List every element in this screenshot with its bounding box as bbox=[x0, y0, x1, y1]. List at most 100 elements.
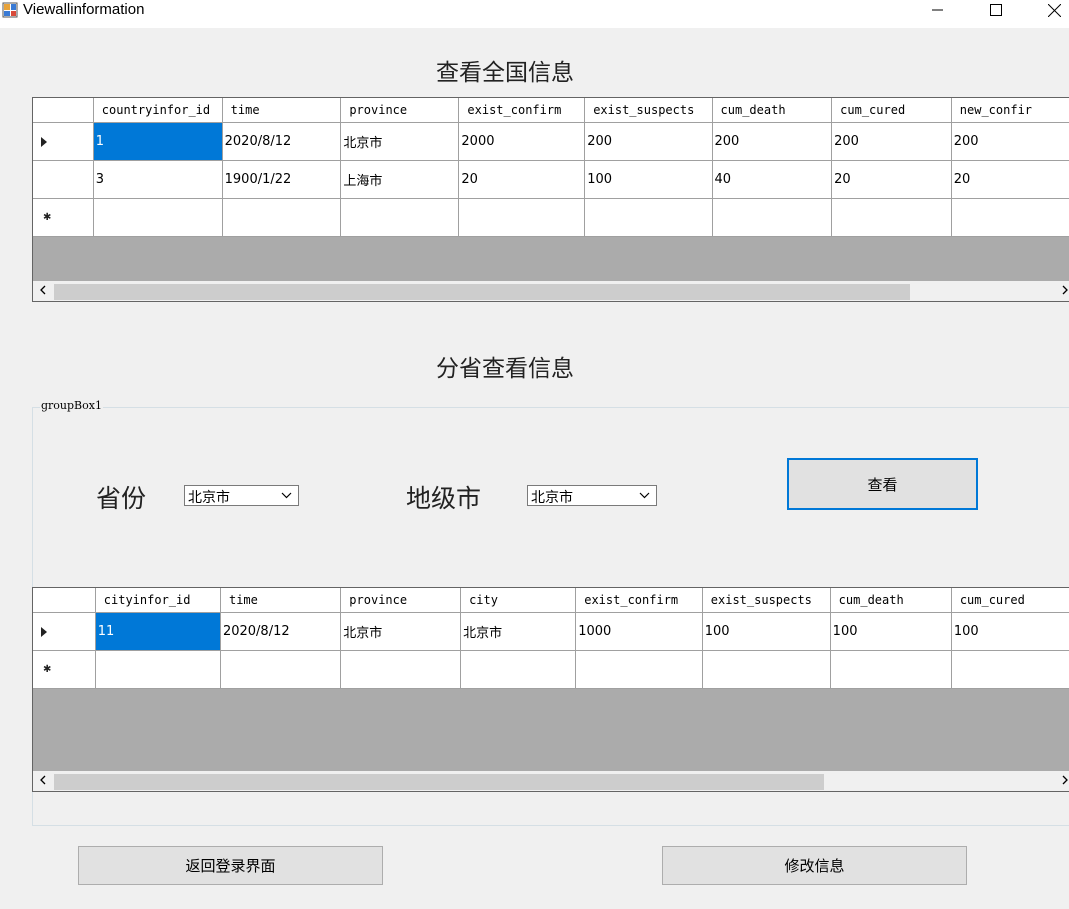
table-cell[interactable] bbox=[831, 198, 952, 237]
table-cell[interactable]: 200 bbox=[712, 122, 833, 161]
table-cell[interactable]: 1900/1/22 bbox=[222, 160, 342, 199]
close-icon bbox=[1048, 4, 1061, 17]
column-header[interactable]: province bbox=[340, 588, 462, 613]
table-cell[interactable] bbox=[951, 650, 1069, 689]
group-box-label: groupBox1 bbox=[40, 399, 103, 412]
column-header[interactable]: province bbox=[340, 98, 460, 123]
scroll-right-icon[interactable] bbox=[1061, 775, 1069, 785]
column-header[interactable]: cum_cured bbox=[831, 98, 952, 123]
scrollbar-thumb[interactable] bbox=[54, 774, 824, 790]
table-cell[interactable]: 100 bbox=[830, 612, 952, 651]
table-cell[interactable] bbox=[340, 198, 460, 237]
table-cell[interactable] bbox=[460, 650, 577, 689]
national-heading: 查看全国信息 bbox=[436, 60, 574, 86]
table-cell[interactable]: 200 bbox=[584, 122, 713, 161]
table-cell[interactable]: 1 bbox=[93, 122, 223, 161]
column-header[interactable]: exist_confirm bbox=[575, 588, 703, 613]
column-header[interactable]: cum_cured bbox=[951, 588, 1069, 613]
table-cell[interactable] bbox=[951, 198, 1069, 237]
province-combobox-value: 北京市 bbox=[188, 490, 230, 506]
table-cell[interactable]: 2020/8/12 bbox=[222, 122, 342, 161]
table-cell[interactable]: 北京市 bbox=[340, 612, 462, 651]
edit-info-button[interactable]: 修改信息 bbox=[662, 846, 967, 885]
scroll-left-icon[interactable] bbox=[39, 775, 47, 785]
table-cell[interactable]: 100 bbox=[951, 612, 1069, 651]
table-cell[interactable] bbox=[95, 650, 221, 689]
scroll-right-icon[interactable] bbox=[1061, 285, 1069, 295]
scrollbar-thumb[interactable] bbox=[54, 284, 910, 300]
table-cell[interactable]: 11 bbox=[95, 612, 221, 651]
row-header[interactable] bbox=[33, 160, 94, 199]
column-header[interactable]: exist_suspects bbox=[702, 588, 831, 613]
minimize-icon bbox=[932, 9, 943, 11]
maximize-button[interactable] bbox=[974, 0, 1020, 22]
window-title: Viewallinformation bbox=[23, 1, 145, 18]
view-button[interactable]: 查看 bbox=[787, 458, 978, 510]
row-header-corner bbox=[33, 98, 94, 123]
row-header[interactable]: ✱ bbox=[33, 198, 94, 237]
row-header[interactable] bbox=[33, 612, 96, 651]
row-header[interactable]: ✱ bbox=[33, 650, 96, 689]
column-header[interactable]: city bbox=[460, 588, 577, 613]
table-row[interactable]: 3 1900/1/22 上海市 20 100 40 20 20 bbox=[33, 160, 1069, 199]
table-cell[interactable]: 2020/8/12 bbox=[220, 612, 342, 651]
scroll-left-icon[interactable] bbox=[39, 285, 47, 295]
national-header-row: countryinfor_id time province exist_conf… bbox=[33, 98, 1069, 123]
city-combobox-value: 北京市 bbox=[531, 490, 573, 506]
row-header-corner bbox=[33, 588, 96, 613]
table-cell[interactable]: 3 bbox=[93, 160, 223, 199]
table-cell[interactable] bbox=[340, 650, 462, 689]
province-label: 省份 bbox=[96, 484, 147, 513]
table-row[interactable]: 1 2020/8/12 北京市 2000 200 200 200 200 bbox=[33, 122, 1069, 161]
table-cell[interactable] bbox=[584, 198, 713, 237]
table-cell[interactable] bbox=[93, 198, 223, 237]
new-row[interactable]: ✱ bbox=[33, 650, 1069, 689]
city-data-grid[interactable]: cityinfor_id time province city exist_co… bbox=[32, 587, 1069, 792]
current-row-arrow-icon bbox=[41, 627, 47, 637]
horizontal-scrollbar[interactable] bbox=[33, 281, 1069, 301]
column-header[interactable]: countryinfor_id bbox=[93, 98, 223, 123]
column-header[interactable]: cum_death bbox=[830, 588, 952, 613]
column-header[interactable]: time bbox=[222, 98, 342, 123]
table-cell[interactable]: 100 bbox=[584, 160, 713, 199]
column-header[interactable]: exist_suspects bbox=[584, 98, 713, 123]
table-cell[interactable] bbox=[222, 198, 342, 237]
form-icon bbox=[2, 2, 18, 18]
column-header[interactable]: cityinfor_id bbox=[95, 588, 221, 613]
column-header[interactable]: new_confir bbox=[951, 98, 1069, 123]
table-cell[interactable]: 20 bbox=[831, 160, 952, 199]
table-row[interactable]: 11 2020/8/12 北京市 北京市 1000 100 100 100 bbox=[33, 612, 1069, 651]
table-cell[interactable]: 上海市 bbox=[340, 160, 460, 199]
table-cell[interactable] bbox=[712, 198, 833, 237]
column-header[interactable]: time bbox=[220, 588, 342, 613]
city-combobox[interactable]: 北京市 bbox=[527, 485, 657, 506]
national-data-grid[interactable]: countryinfor_id time province exist_conf… bbox=[32, 97, 1069, 302]
table-cell[interactable] bbox=[220, 650, 342, 689]
column-header[interactable]: exist_confirm bbox=[458, 98, 586, 123]
table-cell[interactable]: 200 bbox=[951, 122, 1069, 161]
table-cell[interactable]: 北京市 bbox=[340, 122, 460, 161]
table-cell[interactable]: 200 bbox=[831, 122, 952, 161]
close-button[interactable] bbox=[1032, 0, 1069, 22]
table-cell[interactable] bbox=[575, 650, 703, 689]
table-cell[interactable]: 40 bbox=[712, 160, 833, 199]
back-to-login-button[interactable]: 返回登录界面 bbox=[78, 846, 383, 885]
city-header-row: cityinfor_id time province city exist_co… bbox=[33, 588, 1069, 613]
row-header[interactable] bbox=[33, 122, 94, 161]
table-cell[interactable] bbox=[458, 198, 586, 237]
table-cell[interactable]: 1000 bbox=[575, 612, 703, 651]
table-cell[interactable]: 20 bbox=[458, 160, 586, 199]
minimize-button[interactable] bbox=[916, 0, 962, 22]
column-header[interactable]: cum_death bbox=[712, 98, 833, 123]
maximize-icon bbox=[990, 4, 1002, 16]
table-cell[interactable]: 2000 bbox=[458, 122, 586, 161]
province-combobox[interactable]: 北京市 bbox=[184, 485, 299, 506]
new-row[interactable]: ✱ bbox=[33, 198, 1069, 237]
province-heading: 分省查看信息 bbox=[436, 356, 574, 382]
table-cell[interactable]: 100 bbox=[702, 612, 831, 651]
table-cell[interactable] bbox=[702, 650, 831, 689]
table-cell[interactable] bbox=[830, 650, 952, 689]
table-cell[interactable]: 20 bbox=[951, 160, 1069, 199]
table-cell[interactable]: 北京市 bbox=[460, 612, 577, 651]
horizontal-scrollbar[interactable] bbox=[33, 771, 1069, 791]
